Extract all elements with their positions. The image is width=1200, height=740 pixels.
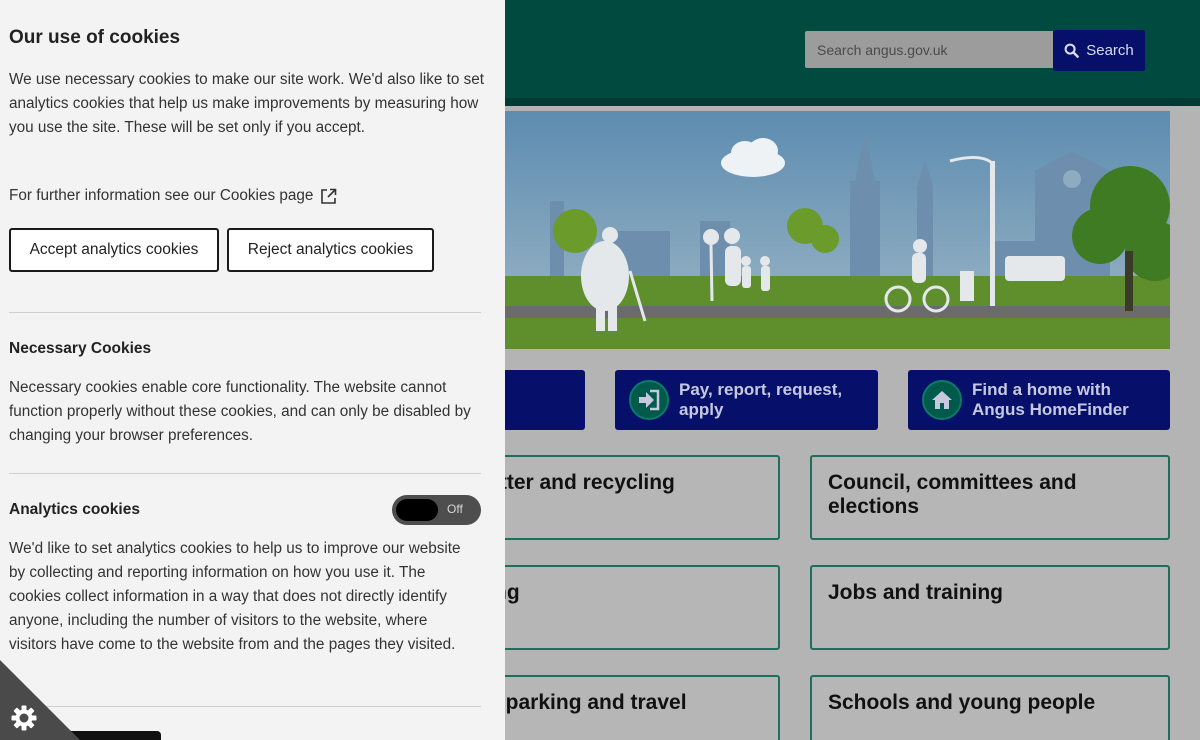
sign-in-arrow-icon [629,380,669,420]
quick-link-pay-report[interactable]: Pay, report, request, apply [615,370,878,430]
cookies-page-link[interactable]: For further information see our Cookies … [9,184,337,208]
analytics-cookies-text: We'd like to set analytics cookies to he… [9,540,461,653]
cookies-page-link-label: For further information see our Cookies … [9,187,314,204]
card-title: , parking and travel [494,691,687,714]
home-icon [922,380,962,420]
search-button-label: Search [1086,42,1134,59]
quick-link-homefinder[interactable]: Find a home with Angus HomeFinder [908,370,1170,430]
quick-link-label: Pay, report, request, apply [679,380,843,419]
external-link-icon [321,188,337,204]
cookie-settings-gear-icon[interactable] [10,704,38,732]
card-title: Jobs and training [828,581,1004,604]
reject-analytics-button[interactable]: Reject analytics cookies [227,228,434,272]
divider [9,312,481,313]
analytics-cookies-title: Analytics cookies [9,501,140,518]
cookie-consent-panel: Our use of cookies We use necessary cook… [0,0,505,740]
search-icon [1064,43,1080,58]
cookie-panel-title: Our use of cookies [9,27,181,48]
cookie-intro-text: We use necessary cookies to make our sit… [9,71,485,136]
search-bar: Search [805,30,1145,71]
search-input[interactable] [805,31,1053,68]
necessary-cookies-text: Necessary cookies enable core functional… [9,379,471,444]
card-schools[interactable]: Schools and young people [810,675,1170,740]
card-council[interactable]: Council, committees and elections [810,455,1170,540]
quick-link-label: Find a home with Angus HomeFinder [972,380,1129,419]
divider [9,473,481,474]
card-jobs[interactable]: Jobs and training [810,565,1170,650]
card-title: Schools and young people [828,691,1096,714]
toggle-state-label: Off [447,502,463,516]
search-button[interactable]: Search [1053,30,1145,71]
hero-illustration [470,111,1170,349]
card-title: Council, committees and elections [828,471,1077,518]
accept-analytics-button[interactable]: Accept analytics cookies [9,228,219,272]
necessary-cookies-title: Necessary Cookies [9,340,152,357]
toggle-knob [396,499,438,521]
analytics-toggle[interactable]: Off [392,495,481,525]
card-title: itter and recycling [494,471,675,494]
